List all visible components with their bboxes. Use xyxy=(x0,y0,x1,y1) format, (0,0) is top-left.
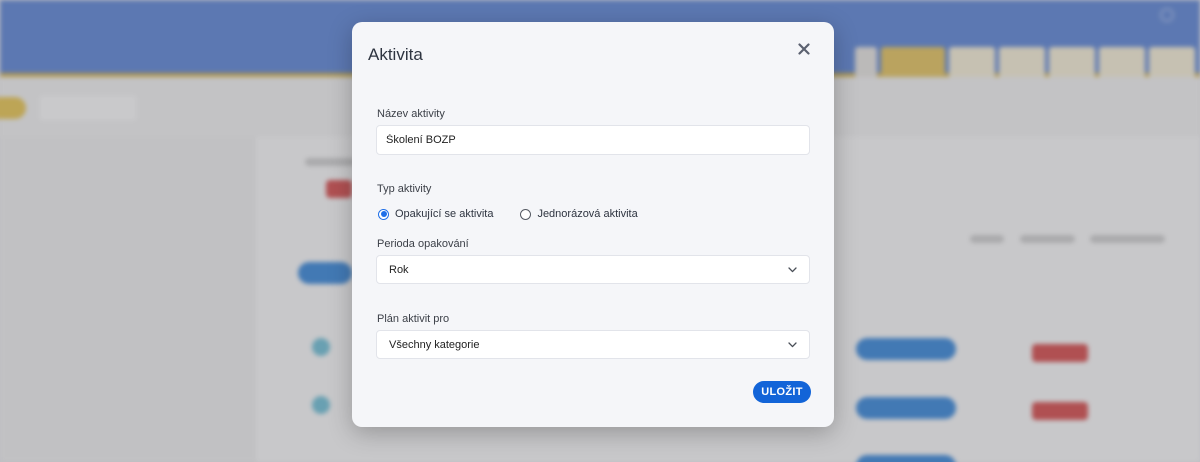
close-button[interactable] xyxy=(793,38,815,60)
modal-title: Aktivita xyxy=(368,45,423,64)
activity-type-label: Typ aktivity xyxy=(377,183,432,195)
activity-type-radio-group: Opakující se aktivita Jednorázová aktivi… xyxy=(378,208,665,220)
activity-modal: Aktivita Název aktivity Typ aktivity Opa… xyxy=(352,22,834,427)
activity-name-input[interactable] xyxy=(376,125,810,155)
repeat-period-label: Perioda opakování xyxy=(377,238,469,250)
close-icon xyxy=(798,43,810,55)
radio-label: Jednorázová aktivita xyxy=(537,208,638,220)
activity-name-label: Název aktivity xyxy=(377,108,445,120)
plan-for-label: Plán aktivit pro xyxy=(377,313,450,325)
plan-for-select[interactable]: Všechny kategorie xyxy=(376,330,810,359)
chevron-down-icon xyxy=(788,266,797,273)
radio-repeating-activity[interactable]: Opakující se aktivita xyxy=(378,208,493,220)
repeat-period-value: Rok xyxy=(389,263,409,276)
save-button[interactable]: ULOŽIT xyxy=(753,381,811,403)
radio-label: Opakující se aktivita xyxy=(395,208,494,220)
radio-checked-icon xyxy=(378,208,389,220)
radio-unchecked-icon xyxy=(520,208,532,220)
plan-for-value: Všechny kategorie xyxy=(389,338,480,351)
repeat-period-select[interactable]: Rok xyxy=(376,255,810,284)
chevron-down-icon xyxy=(788,341,797,348)
radio-one-time-activity[interactable]: Jednorázová aktivita xyxy=(520,208,638,220)
